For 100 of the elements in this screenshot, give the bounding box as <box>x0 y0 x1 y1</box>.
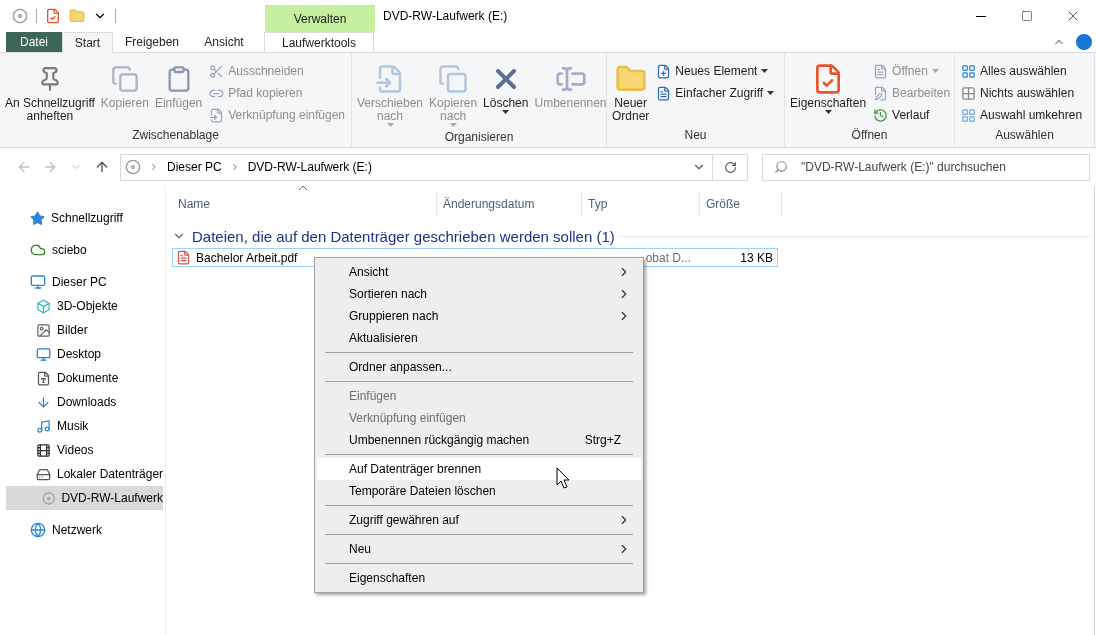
ribbon-button[interactable]: Nichts auswählen <box>959 83 1085 103</box>
nav-item[interactable]: Bilder <box>0 318 165 342</box>
ribbon-button[interactable]: Verlauf <box>871 105 953 125</box>
nav-item[interactable]: Videos <box>0 438 165 462</box>
nav-item[interactable]: sciebo <box>0 238 165 262</box>
column-header[interactable]: Größe <box>700 191 782 217</box>
chevron-icon <box>149 162 159 172</box>
select-all-icon <box>961 63 976 79</box>
document-icon <box>873 63 889 79</box>
ribbon-button[interactable]: Alles auswählen <box>959 61 1085 81</box>
context-tab-header: Verwalten <box>265 5 375 32</box>
forward-arrow-icon <box>42 159 58 175</box>
disc-icon[interactable] <box>12 8 28 24</box>
film-icon <box>36 442 51 458</box>
cloud-icon <box>30 242 46 258</box>
caret-icon <box>761 69 769 73</box>
nav-item[interactable]: Lokaler Datenträger <box>0 462 165 486</box>
nav-item[interactable]: Dieser PC <box>0 270 165 294</box>
column-header[interactable]: Name <box>172 191 437 217</box>
group-label: Neu <box>684 127 707 144</box>
breadcrumb[interactable]: Dieser PC <box>167 160 222 174</box>
help-icon[interactable] <box>1076 34 1092 50</box>
menu-item[interactable]: Neu <box>317 538 641 560</box>
maximize-icon <box>1021 10 1033 22</box>
caret-icon <box>502 110 510 114</box>
disc-icon <box>125 159 141 175</box>
refresh-icon <box>723 160 737 174</box>
menu-item[interactable]: Zugriff gewähren auf <box>317 509 641 531</box>
monitor-icon <box>30 274 46 290</box>
ribbon-tab[interactable]: Laufwerktools <box>264 32 374 52</box>
group-header: Dateien, die auf den Datenträger geschrieben werden sollen (1) <box>192 227 615 245</box>
breadcrumb[interactable]: DVD-RW-Laufwerk (E:) <box>247 160 372 174</box>
column-header[interactable]: Änderungsdatum <box>437 191 582 217</box>
scissors-icon <box>209 63 225 79</box>
address-field[interactable]: Dieser PC DVD-RW-Laufwerk (E:) <box>120 153 713 181</box>
hard-drive-icon <box>36 466 51 482</box>
select-none-icon <box>961 85 976 101</box>
globe-icon <box>30 522 46 538</box>
menu-item[interactable]: Aktualisieren <box>317 327 641 349</box>
file-type: obat D... <box>645 250 692 265</box>
ribbon-button[interactable]: Neuer Ordner <box>611 59 651 125</box>
file-size: 13 KB <box>740 250 774 265</box>
refresh-button[interactable] <box>713 153 748 181</box>
caret-icon <box>931 69 939 73</box>
menu-item[interactable]: Eigenschaften <box>317 567 641 589</box>
caret-icon <box>386 123 394 127</box>
properties-icon[interactable] <box>45 8 61 24</box>
menu-item[interactable]: Umbenennen rückgängig machen Strg+Z <box>317 429 641 451</box>
edit-icon <box>873 85 889 101</box>
ribbon-tab[interactable]: Start <box>62 32 113 53</box>
ribbon-button[interactable]: Auswahl umkehren <box>959 105 1085 125</box>
menu-item[interactable]: Temporäre Dateien löschen <box>317 480 641 502</box>
cube-icon <box>36 298 51 314</box>
invert-selection-icon <box>961 107 976 123</box>
caret-icon <box>449 123 457 127</box>
group-label: Auswählen <box>995 127 1054 144</box>
sort-caret-icon <box>298 185 308 191</box>
caret-icon <box>767 91 775 95</box>
copy-icon <box>110 65 139 93</box>
star-icon <box>30 210 45 226</box>
nav-item[interactable]: Downloads <box>0 390 165 414</box>
column-header[interactable]: Typ <box>582 191 700 217</box>
nav-item[interactable]: Dokumente <box>0 366 165 390</box>
nav-item[interactable]: Desktop <box>0 342 165 366</box>
menu-item[interactable]: Auf Datenträger brennen <box>317 458 641 480</box>
shortcut-icon <box>209 107 225 123</box>
image-icon <box>36 322 51 338</box>
document-icon <box>656 85 672 101</box>
copy-icon <box>438 64 469 94</box>
ribbon-button[interactable]: Eigenschaften <box>789 59 868 116</box>
ribbon-button[interactable]: Einfacher Zugriff <box>654 83 777 103</box>
music-icon <box>36 418 51 434</box>
history-icon <box>873 107 889 123</box>
nav-item[interactable]: Schnellzugriff <box>0 206 165 230</box>
group-label: Organisieren <box>444 129 514 146</box>
document-icon <box>36 370 51 386</box>
ribbon-button[interactable]: Löschen <box>482 59 530 116</box>
menu-item[interactable]: Ordner anpassen... <box>317 356 641 378</box>
search-icon <box>774 159 788 174</box>
pdf-file-icon <box>176 250 191 265</box>
ribbon-tab[interactable]: Datei <box>6 32 62 52</box>
ribbon-button[interactable]: An Schnellzugriff anheften <box>4 59 96 125</box>
minimize-icon <box>976 15 986 17</box>
window-title: DVD-RW-Laufwerk (E:) <box>382 8 509 25</box>
search-field[interactable]: "DVD-RW-Laufwerk (E:)" durchsuchen <box>762 153 1090 181</box>
nav-item[interactable]: 3D-Objekte <box>0 294 165 318</box>
disc-icon <box>42 490 56 506</box>
file-name: Bachelor Arbeit.pdf <box>196 250 298 265</box>
menu-item[interactable]: Gruppieren nach <box>317 305 641 327</box>
nav-item[interactable]: Netzwerk <box>0 518 165 542</box>
mouse-cursor-icon <box>556 467 570 489</box>
group-label: Öffnen <box>851 127 888 144</box>
back-arrow-icon <box>16 159 32 175</box>
folder-icon[interactable] <box>69 8 85 24</box>
ribbon-button[interactable]: Neues Element <box>654 61 777 81</box>
menu-item[interactable]: Sortieren nach <box>317 283 641 305</box>
nav-item[interactable]: DVD-RW-Laufwerk <box>6 486 163 510</box>
monitor-icon <box>36 346 51 362</box>
nav-item[interactable]: Musik <box>0 414 165 438</box>
download-icon <box>36 394 51 410</box>
